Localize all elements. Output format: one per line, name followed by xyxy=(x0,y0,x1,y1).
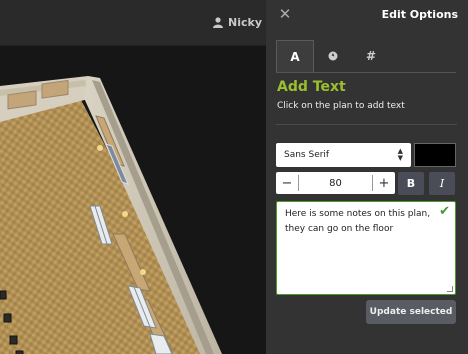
color-swatch[interactable] xyxy=(414,143,456,167)
section-title: Add Text xyxy=(277,79,346,95)
room-3d-view[interactable] xyxy=(0,46,266,354)
tab-text[interactable]: A xyxy=(276,40,314,72)
user-menu[interactable]: Nicky xyxy=(213,16,262,29)
tab-underline xyxy=(276,72,456,73)
note-textarea[interactable]: Here is some notes on this plan, they ca… xyxy=(276,201,456,295)
increase-size-button[interactable]: + xyxy=(373,176,395,191)
edit-options-panel: ✕ Edit Options A # Add Text Click on the… xyxy=(266,0,468,354)
text-icon: A xyxy=(290,49,300,64)
compass-icon xyxy=(328,51,338,61)
panel-title: Edit Options xyxy=(381,8,458,21)
bold-button[interactable]: B xyxy=(398,172,424,195)
user-icon xyxy=(213,17,224,28)
user-name: Nicky xyxy=(228,16,262,29)
hash-icon: # xyxy=(365,49,377,63)
resize-handle[interactable] xyxy=(447,286,453,292)
section-subtitle: Click on the plan to add text xyxy=(277,101,405,111)
decrease-size-button[interactable]: − xyxy=(276,176,298,191)
select-arrows-icon: ▲ ▼ xyxy=(397,147,403,162)
close-icon[interactable]: ✕ xyxy=(278,7,292,22)
font-select[interactable]: Sans Serif ▲ ▼ xyxy=(276,143,411,167)
font-size-value[interactable]: 80 xyxy=(299,178,372,189)
panel-tabs: A # xyxy=(276,40,390,72)
font-size-stepper[interactable]: − 80 + xyxy=(276,172,395,194)
font-select-value: Sans Serif xyxy=(284,150,330,160)
section-divider xyxy=(276,124,457,125)
italic-button[interactable]: I xyxy=(429,172,455,195)
check-icon: ✔ xyxy=(439,204,450,219)
tab-compass[interactable] xyxy=(314,40,352,72)
note-text: Here is some notes on this plan, they ca… xyxy=(285,209,431,234)
update-selected-button[interactable]: Update selected xyxy=(366,300,456,324)
tab-grid[interactable]: # xyxy=(352,40,390,72)
plan-canvas[interactable] xyxy=(0,46,266,354)
top-bar: Nicky xyxy=(0,0,266,46)
